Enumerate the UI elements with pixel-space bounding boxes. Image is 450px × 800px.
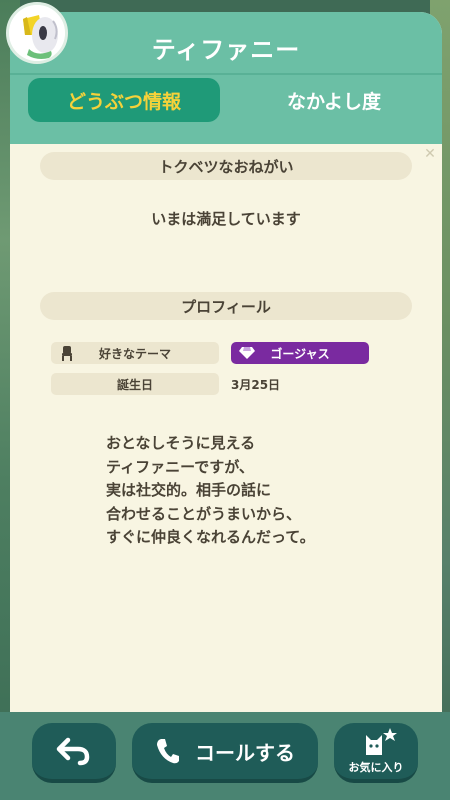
back-button[interactable]: [32, 723, 116, 783]
villager-avatar-icon: [6, 2, 68, 64]
villager-card: ティファニー どうぶつ情報 なかよし度 ✕ トクベツなおねがい いまは満足してい…: [10, 12, 442, 784]
gem-icon: [239, 347, 255, 359]
tab-friendship[interactable]: なかよし度: [236, 78, 432, 122]
birthday-value: 3月25日: [231, 377, 281, 392]
bio-line: すぐに仲良くなれるんだって。: [106, 528, 315, 546]
back-arrow-icon: [56, 737, 90, 766]
bio-line: おとなしそうに見える: [106, 434, 256, 452]
special-request-text: いまは満足しています: [151, 210, 301, 228]
bio-line: 実は社交的。相手の話に: [106, 481, 272, 499]
favorite-button-label: お気に入り: [348, 761, 404, 774]
cat-star-icon: [366, 728, 397, 755]
bio-line: ティファニーですが、: [106, 457, 254, 476]
call-button-label: コールする: [195, 740, 295, 765]
corner-mark-icon: ✕: [424, 146, 436, 162]
villager-bio: おとなしそうに見える ティファニーですが、 実は社交的。相手の話に 合わせること…: [106, 432, 406, 550]
favorite-theme-label: 好きなテーマ: [51, 342, 219, 364]
villager-name-title: ティファニー: [151, 36, 301, 64]
title-divider: [10, 73, 442, 75]
tab-animal-info[interactable]: どうぶつ情報: [28, 78, 220, 122]
phone-icon: [157, 739, 179, 764]
favorite-theme-badge: ゴージャス: [231, 342, 369, 364]
special-request-heading: トクベツなおねがい: [40, 152, 412, 180]
favorite-theme-label-text: 好きなテーマ: [98, 346, 171, 361]
birthday-label: 誕生日: [51, 373, 219, 395]
chair-icon: [62, 346, 72, 361]
favorite-button[interactable]: お気に入り: [334, 723, 418, 783]
profile-heading: プロフィール: [40, 292, 412, 320]
call-button[interactable]: コールする: [132, 723, 318, 783]
card-header: ティファニー どうぶつ情報 なかよし度: [10, 12, 442, 144]
favorite-theme-value: ゴージャス: [270, 346, 330, 361]
bio-line: 合わせることがうまいから、: [106, 504, 302, 523]
